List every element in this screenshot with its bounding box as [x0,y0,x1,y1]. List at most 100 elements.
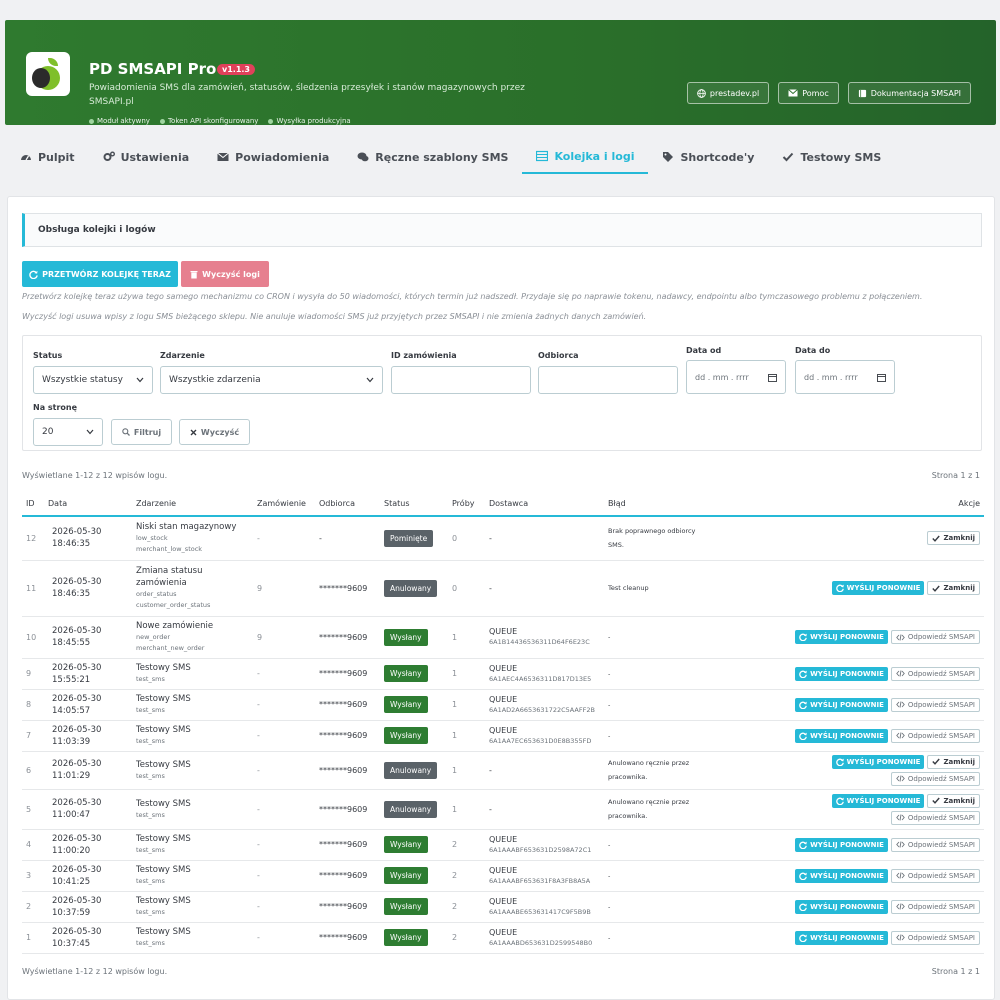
close-icon [190,429,197,435]
close-button[interactable]: Zamknij [927,581,980,595]
resend-button[interactable]: WYŚLIJ PONOWNIE [795,666,888,681]
resend-button[interactable]: WYŚLIJ PONOWNIE [831,793,925,808]
table-row: 2 2026-05-30 10:37:59 Testowy SMS test_sm… [22,891,984,923]
cell-date: 2026-05-30 11:00:47 [44,789,132,830]
order-id-filter-input[interactable] [391,366,531,394]
smsapi-docs-button[interactable]: Dokumentacja SMSAPI [847,82,971,104]
smsapi-response-button[interactable]: Odpowiedź SMSAPI [890,697,980,712]
col-error: Błąd [604,492,754,517]
smsapi-response-button[interactable]: Odpowiedź SMSAPI [890,771,980,786]
provider-name: QUEUE [489,865,518,875]
cell-provider: QUEUE 6A1AAABF653631D2598A72C1 [485,829,604,861]
status-badge: Anulowany [384,579,438,597]
cell-order: 9 [253,616,315,659]
recipient-filter-input[interactable] [538,366,678,394]
smsapi-response-button[interactable]: Odpowiedź SMSAPI [890,899,980,914]
status-pill: Token API skonfigurowany [159,117,258,125]
resend-button[interactable]: WYŚLIJ PONOWNIE [795,697,888,712]
clear-logs-button[interactable]: Wyczyść logi [181,261,269,287]
page-info: Strona 1 z 1 [931,471,980,480]
date-from-input[interactable]: dd . mm . rrrr [686,360,786,394]
close-button[interactable]: Zamknij [927,793,980,808]
tab-settings[interactable]: Ustawienia [89,140,204,174]
resend-button[interactable]: WYŚLIJ PONOWNIE [795,837,888,852]
table-row: 8 2026-05-30 14:05:57 Testowy SMS test_sm… [22,689,984,721]
status-badge: Pominięte [384,529,434,547]
help-button[interactable]: Pomoc [778,82,839,104]
table-row: 5 2026-05-30 11:00:47 Testowy SMS test_sm… [22,789,984,830]
event-name: Nowe zamówienie [136,621,214,631]
cell-provider: - [485,789,604,830]
check-icon [783,152,794,162]
status-badge: Wysłany [384,696,428,713]
cell-provider: QUEUE 6A1AAABD653631D2599548B0 [485,922,604,954]
code-icon [896,701,905,708]
resend-button[interactable]: WYŚLIJ PONOWNIE [795,868,888,883]
cell-actions: WYŚLIJ PONOWNIE Odpowiedź SMSAPI [754,616,984,659]
status-badge: Wysłany [384,867,428,884]
resend-button[interactable]: WYŚLIJ PONOWNIE [795,930,888,945]
search-icon [122,428,130,436]
tab-test-sms[interactable]: Testowy SMS [768,140,895,174]
event-code: test_sms [136,706,165,714]
date-to-input[interactable]: dd . mm . rrrr [795,360,895,394]
close-button[interactable]: Zamknij [927,531,980,546]
cell-error: Anulowano ręcznie przez pracownika. [604,789,754,830]
tab-dashboard[interactable]: Pulpit [6,140,89,174]
cell-actions: WYŚLIJ PONOWNIE Odpowiedź SMSAPI [754,829,984,861]
cell-tries: 2 [448,891,485,923]
resend-button[interactable]: WYŚLIJ PONOWNIE [831,754,925,769]
status-badge: Anulowany [384,800,438,818]
status-badge: Wysłany [384,665,428,682]
refresh-icon [799,934,807,942]
cell-status: Pominięte [380,516,448,561]
event-name: Niski stan magazynowy [136,522,237,533]
close-button[interactable]: Zamknij [927,754,980,769]
dashboard-gauge-icon [21,155,31,161]
cell-event: Zmiana statusu zamówienia order_status cus… [132,560,253,617]
chevron-down-icon [366,377,374,383]
smsapi-response-button[interactable]: Odpowiedź SMSAPI [890,810,980,825]
resend-button[interactable]: WYŚLIJ PONOWNIE [795,899,888,914]
cell-provider: - [485,516,604,561]
resend-button[interactable]: WYŚLIJ PONOWNIE [831,581,925,595]
filter-button[interactable]: Filtruj [111,419,172,445]
resend-button[interactable]: WYŚLIJ PONOWNIE [795,728,888,743]
smsapi-response-button[interactable]: Odpowiedź SMSAPI [890,728,980,743]
provider-name: QUEUE [489,927,518,937]
event-code: order_status [136,590,177,598]
smsapi-response-button[interactable]: Odpowiedź SMSAPI [890,930,980,945]
resend-button[interactable]: WYŚLIJ PONOWNIE [795,630,888,644]
logo-dark-shape [32,68,50,88]
prestadev-link-button[interactable]: prestadev.pl [686,82,770,104]
tab-notifications[interactable]: Powiadomienia [203,140,343,174]
provider-message-id: 6A1AEC4A6536311D817D13E5 [489,674,592,683]
provider-message-id: 6A1B14436536311D64F6E23C [489,638,590,646]
provider-name: - [489,583,492,593]
tab-queue-logs[interactable]: Kolejka i logi [522,140,649,174]
cell-actions: WYŚLIJ PONOWNIE Odpowiedź SMSAPI [754,891,984,923]
reset-filters-button[interactable]: Wyczyść [179,419,250,445]
smsapi-response-button[interactable]: Odpowiedź SMSAPI [890,630,980,644]
cell-tries: 0 [448,516,485,561]
event-code: test_sms [136,939,165,947]
cell-id: 3 [22,860,44,892]
smsapi-response-button[interactable]: Odpowiedź SMSAPI [890,837,980,852]
tab-shortcodes[interactable]: Shortcode'y [648,140,768,174]
process-queue-button[interactable]: PRZETWÓRZ KOLEJKĘ TERAZ [22,261,178,287]
event-filter-select[interactable]: Wszystkie zdarzenia [160,366,383,394]
table-row: 7 2026-05-30 11:03:39 Testowy SMS test_sm… [22,720,984,752]
cell-event: Testowy SMS test_sms [132,891,253,923]
cell-date: 2026-05-30 11:01:29 [44,751,132,790]
event-name: Testowy SMS [136,896,191,906]
check-icon [932,535,941,542]
smsapi-response-button[interactable]: Odpowiedź SMSAPI [890,666,980,681]
smsapi-response-button[interactable]: Odpowiedź SMSAPI [890,868,980,883]
per-page-select[interactable]: 20 [33,418,103,446]
cell-status: Wysłany [380,860,448,892]
cell-id: 12 [22,516,44,561]
tab-manual-templates[interactable]: Ręczne szablony SMS [343,140,522,174]
status-filter-select[interactable]: Wszystkie statusy [33,366,153,394]
table-row: 11 2026-05-30 18:46:35 Zmiana statusu za… [22,560,984,617]
event-code: test_sms [136,846,165,854]
